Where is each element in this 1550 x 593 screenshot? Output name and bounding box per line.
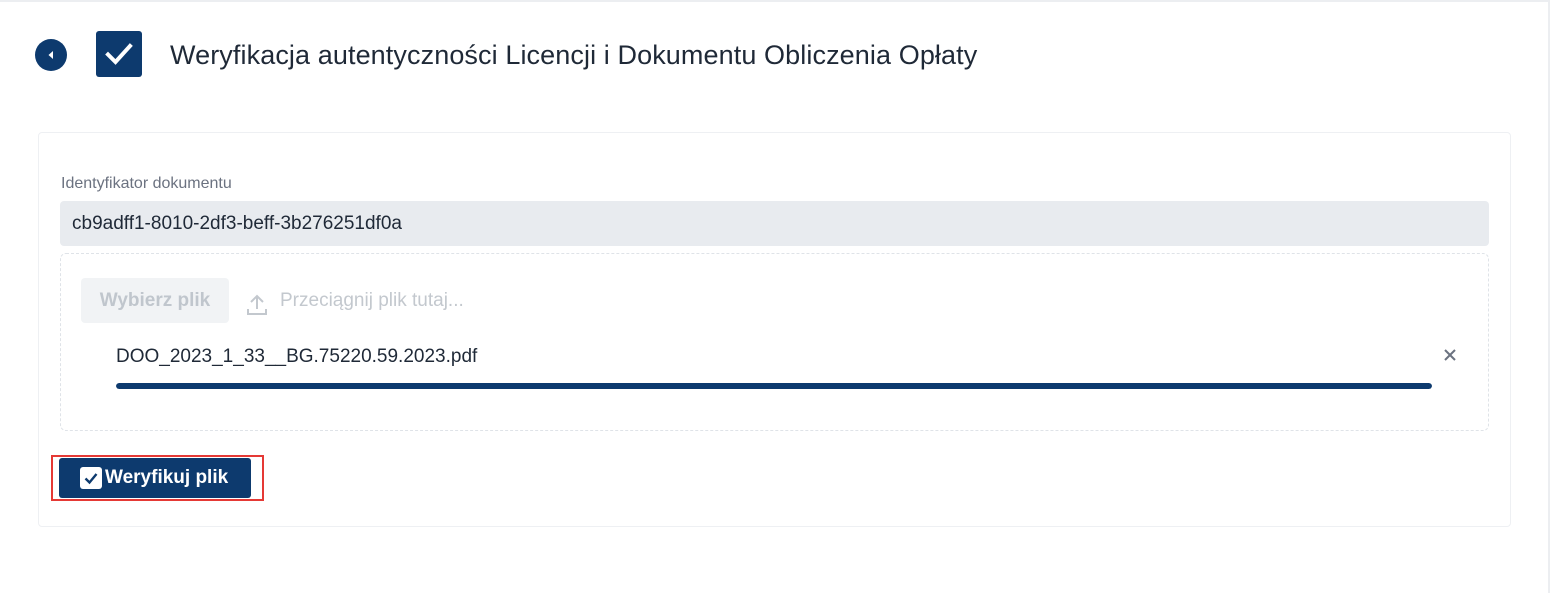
close-icon (1444, 349, 1456, 361)
upload-progress-bar (116, 383, 1432, 389)
uploaded-file-name: DOO_2023_1_33__BG.75220.59.2023.pdf (116, 346, 478, 367)
verify-button-label: Weryfikuj plik (105, 467, 229, 488)
checkbox-checked-icon (96, 31, 142, 77)
checkbox-checked-icon (80, 467, 102, 489)
back-arrow-icon (48, 51, 53, 59)
document-id-label: Identyfikator dokumentu (61, 175, 232, 192)
page: Weryfikacja autentyczności Licencji i Do… (0, 0, 1550, 593)
drop-hint-text: Przeciągnij plik tutaj... (280, 290, 464, 311)
verification-card: Identyfikator dokumentu cb9adff1-8010-2d… (38, 132, 1511, 527)
verify-file-button[interactable]: Weryfikuj plik (59, 458, 251, 498)
upload-icon (247, 294, 267, 315)
document-id-field: cb9adff1-8010-2df3-beff-3b276251df0a (60, 201, 1489, 246)
remove-file-button[interactable] (1438, 343, 1462, 367)
choose-file-button[interactable]: Wybierz plik (81, 278, 229, 323)
file-drop-zone[interactable]: Wybierz plik Przeciągnij plik tutaj... D… (60, 253, 1489, 431)
page-title: Weryfikacja autentyczności Licencji i Do… (170, 40, 978, 70)
back-button[interactable] (35, 39, 67, 71)
upload-progress-fill (116, 383, 1432, 389)
